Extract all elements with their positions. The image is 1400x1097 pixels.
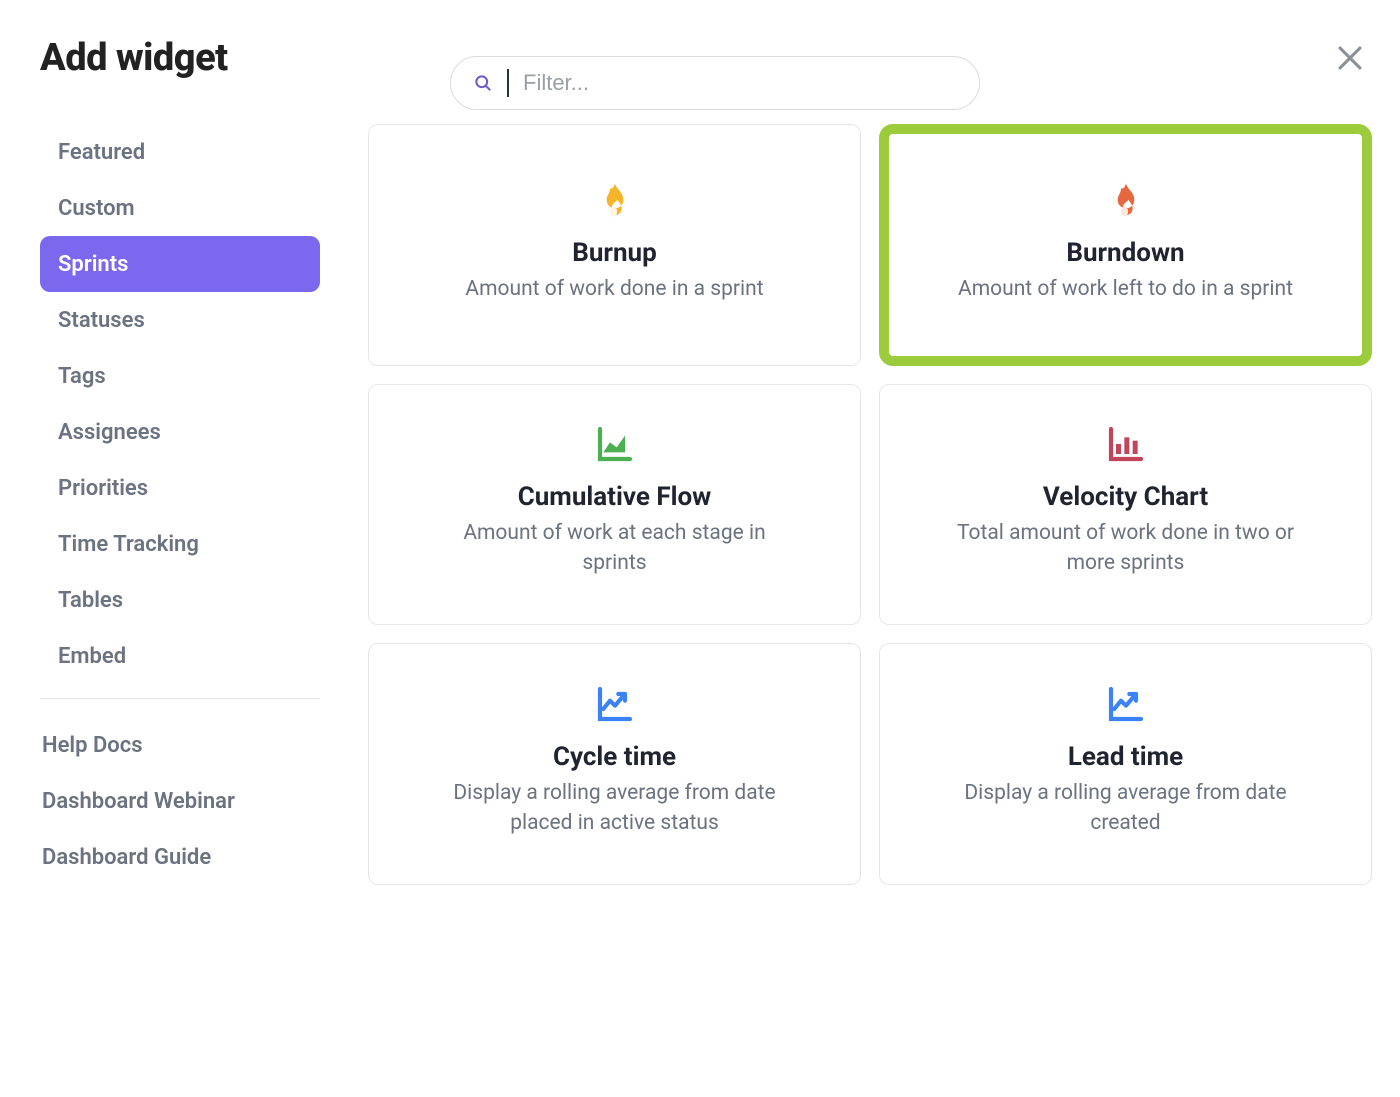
sidebar-item-label: Assignees — [58, 420, 161, 445]
sidebar-item-priorities[interactable]: Priorities — [40, 460, 320, 516]
widget-title: Velocity Chart — [1043, 482, 1208, 512]
sidebar-link-label: Dashboard Guide — [42, 845, 211, 870]
close-button[interactable] — [1328, 36, 1372, 80]
bar-chart-icon — [1106, 424, 1146, 468]
widget-card-lead-time[interactable]: Lead time Display a rolling average from… — [879, 643, 1372, 885]
flame-icon — [1106, 180, 1146, 224]
sidebar-item-featured[interactable]: Featured — [40, 124, 320, 180]
widget-desc: Display a rolling average from date crea… — [946, 778, 1306, 839]
line-chart-icon — [595, 684, 635, 728]
sidebar-item-label: Priorities — [58, 476, 148, 501]
sidebar-item-time-tracking[interactable]: Time Tracking — [40, 516, 320, 572]
filter-input[interactable] — [523, 70, 957, 96]
sidebar-item-label: Embed — [58, 644, 126, 669]
sidebar-item-statuses[interactable]: Statuses — [40, 292, 320, 348]
sidebar-divider — [40, 698, 320, 699]
widget-desc: Amount of work left to do in a sprint — [958, 274, 1293, 304]
area-chart-icon — [595, 424, 635, 468]
sidebar-link-label: Help Docs — [42, 733, 143, 758]
sidebar-item-label: Time Tracking — [58, 532, 199, 557]
dashboard-guide-link[interactable]: Dashboard Guide — [40, 829, 320, 885]
widget-desc: Total amount of work done in two or more… — [946, 518, 1306, 579]
widget-desc: Amount of work at each stage in sprints — [435, 518, 795, 579]
modal-title: Add widget — [40, 36, 228, 80]
sidebar-item-custom[interactable]: Custom — [40, 180, 320, 236]
search-input-wrapper[interactable] — [450, 56, 980, 110]
widget-card-cumulative-flow[interactable]: Cumulative Flow Amount of work at each s… — [368, 384, 861, 626]
sidebar-item-tags[interactable]: Tags — [40, 348, 320, 404]
sidebar-item-tables[interactable]: Tables — [40, 572, 320, 628]
modal-body: Featured Custom Sprints Statuses Tags As… — [40, 124, 1372, 885]
widget-desc: Display a rolling average from date plac… — [435, 778, 795, 839]
search-container — [450, 56, 980, 110]
widget-card-velocity-chart[interactable]: Velocity Chart Total amount of work done… — [879, 384, 1372, 626]
widget-grid: Burnup Amount of work done in a sprint B… — [368, 124, 1372, 885]
sidebar-item-label: Tables — [58, 588, 123, 613]
flame-icon — [595, 180, 635, 224]
widget-title: Burnup — [572, 238, 656, 268]
dashboard-webinar-link[interactable]: Dashboard Webinar — [40, 773, 320, 829]
sidebar-item-label: Statuses — [58, 308, 145, 333]
sidebar-item-label: Custom — [58, 196, 135, 221]
sidebar-item-assignees[interactable]: Assignees — [40, 404, 320, 460]
sidebar-categories: Featured Custom Sprints Statuses Tags As… — [40, 124, 320, 684]
sidebar-links: Help Docs Dashboard Webinar Dashboard Gu… — [40, 717, 320, 885]
widget-card-burndown[interactable]: Burndown Amount of work left to do in a … — [879, 124, 1372, 366]
line-chart-icon — [1106, 684, 1146, 728]
sidebar-item-sprints[interactable]: Sprints — [40, 236, 320, 292]
help-docs-link[interactable]: Help Docs — [40, 717, 320, 773]
text-caret — [507, 69, 509, 97]
widget-card-cycle-time[interactable]: Cycle time Display a rolling average fro… — [368, 643, 861, 885]
sidebar-item-label: Sprints — [58, 252, 128, 277]
add-widget-modal: Add widget Featured Custom Sprints Statu… — [0, 0, 1400, 1097]
widget-desc: Amount of work done in a sprint — [465, 274, 763, 304]
widget-title: Burndown — [1066, 238, 1184, 268]
widget-card-burnup[interactable]: Burnup Amount of work done in a sprint — [368, 124, 861, 366]
sidebar-item-label: Featured — [58, 140, 145, 165]
sidebar: Featured Custom Sprints Statuses Tags As… — [40, 124, 320, 885]
widget-title: Lead time — [1068, 742, 1183, 772]
sidebar-item-label: Tags — [58, 364, 106, 389]
widget-title: Cumulative Flow — [518, 482, 712, 512]
widget-title: Cycle time — [553, 742, 676, 772]
sidebar-link-label: Dashboard Webinar — [42, 789, 235, 814]
search-icon — [473, 73, 493, 93]
close-icon — [1333, 41, 1367, 75]
sidebar-item-embed[interactable]: Embed — [40, 628, 320, 684]
